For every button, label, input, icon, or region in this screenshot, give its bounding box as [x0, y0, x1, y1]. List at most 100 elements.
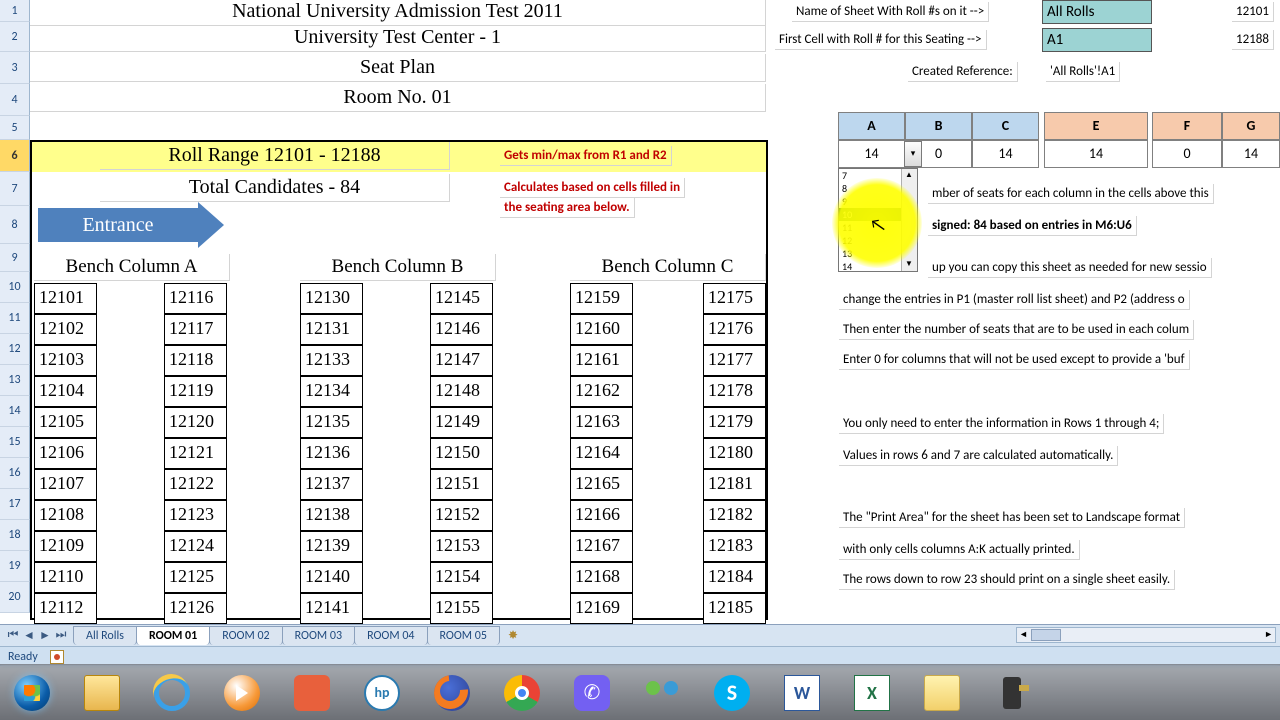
notes-icon[interactable]: [918, 671, 966, 715]
bench-cell[interactable]: 12124: [164, 531, 227, 562]
file-explorer-icon[interactable]: [78, 671, 126, 715]
bench-cell[interactable]: 12177: [703, 345, 766, 376]
row-header-17[interactable]: 17: [0, 489, 30, 520]
bench-cell[interactable]: 12169: [570, 593, 633, 624]
input-sheet-name[interactable]: All Rolls: [1042, 0, 1152, 24]
bench-cell[interactable]: 12118: [164, 345, 227, 376]
row-header-5[interactable]: 5: [0, 116, 30, 140]
bench-cell[interactable]: 12181: [703, 469, 766, 500]
seat-col-value-F[interactable]: 0: [1152, 140, 1222, 168]
bench-cell[interactable]: 12101: [34, 283, 97, 314]
sheet-tab-room-01[interactable]: ROOM 01: [136, 626, 210, 645]
bench-cell[interactable]: 12180: [703, 438, 766, 469]
bench-cell[interactable]: 12120: [164, 407, 227, 438]
bench-cell[interactable]: 12123: [164, 500, 227, 531]
tab-nav[interactable]: ⏮ ◄ ► ⏭: [0, 628, 74, 643]
bench-cell[interactable]: 12139: [300, 531, 363, 562]
bench-cell[interactable]: 12136: [300, 438, 363, 469]
row-header-14[interactable]: 14: [0, 396, 30, 427]
bench-cell[interactable]: 12117: [164, 314, 227, 345]
row-header-4[interactable]: 4: [0, 84, 30, 116]
bench-cell[interactable]: 12152: [430, 500, 493, 531]
bench-cell[interactable]: 12112: [34, 593, 97, 624]
row-header-16[interactable]: 16: [0, 458, 30, 489]
row-header-6[interactable]: 6: [0, 140, 30, 172]
viber-icon[interactable]: ✆: [568, 671, 616, 715]
bench-cell[interactable]: 12107: [34, 469, 97, 500]
device-icon[interactable]: [988, 671, 1036, 715]
media-player-icon[interactable]: [218, 671, 266, 715]
ie-icon[interactable]: [148, 671, 196, 715]
word-icon[interactable]: W: [778, 671, 826, 715]
bench-cell[interactable]: 12155: [430, 593, 493, 624]
hp-icon[interactable]: hp: [358, 671, 406, 715]
row-header-18[interactable]: 18: [0, 520, 30, 551]
macro-record-icon[interactable]: [50, 650, 64, 664]
bench-cell[interactable]: 12153: [430, 531, 493, 562]
bench-cell[interactable]: 12110: [34, 562, 97, 593]
bench-cell[interactable]: 12137: [300, 469, 363, 500]
bench-cell[interactable]: 12182: [703, 500, 766, 531]
row-header-11[interactable]: 11: [0, 303, 30, 334]
bench-cell[interactable]: 12165: [570, 469, 633, 500]
people-icon[interactable]: [638, 671, 686, 715]
bench-cell[interactable]: 12104: [34, 376, 97, 407]
row-header-13[interactable]: 13: [0, 365, 30, 396]
bench-cell[interactable]: 12106: [34, 438, 97, 469]
bench-cell[interactable]: 12148: [430, 376, 493, 407]
bench-cell[interactable]: 12130: [300, 283, 363, 314]
bench-cell[interactable]: 12184: [703, 562, 766, 593]
row-header-12[interactable]: 12: [0, 334, 30, 365]
bench-cell[interactable]: 12151: [430, 469, 493, 500]
tab-next-icon[interactable]: ►: [38, 628, 52, 643]
row-header-8[interactable]: 8: [0, 206, 30, 244]
dropdown-list[interactable]: 7891011121314: [838, 168, 918, 272]
bench-cell[interactable]: 12119: [164, 376, 227, 407]
bench-cell[interactable]: 12150: [430, 438, 493, 469]
bench-cell[interactable]: 12108: [34, 500, 97, 531]
row-header-10[interactable]: 10: [0, 272, 30, 303]
reader-icon[interactable]: [288, 671, 336, 715]
bench-cell[interactable]: 12140: [300, 562, 363, 593]
bench-cell[interactable]: 12162: [570, 376, 633, 407]
bench-cell[interactable]: 12163: [570, 407, 633, 438]
bench-cell[interactable]: 12167: [570, 531, 633, 562]
bench-cell[interactable]: 12168: [570, 562, 633, 593]
dropdown-button[interactable]: ▾: [904, 141, 922, 167]
bench-cell[interactable]: 12105: [34, 407, 97, 438]
sheet-tab-room-03[interactable]: ROOM 03: [282, 626, 355, 645]
row-header-19[interactable]: 19: [0, 551, 30, 582]
tab-prev-icon[interactable]: ◄: [22, 628, 36, 643]
bench-cell[interactable]: 12133: [300, 345, 363, 376]
sheet-tab-room-05[interactable]: ROOM 05: [427, 626, 500, 645]
bench-cell[interactable]: 12183: [703, 531, 766, 562]
horizontal-scrollbar[interactable]: [1016, 627, 1276, 643]
bench-cell[interactable]: 12154: [430, 562, 493, 593]
bench-cell[interactable]: 12166: [570, 500, 633, 531]
bench-cell[interactable]: 12103: [34, 345, 97, 376]
bench-cell[interactable]: 12116: [164, 283, 227, 314]
chrome-icon[interactable]: [498, 671, 546, 715]
excel-icon[interactable]: X: [848, 671, 896, 715]
seat-col-value-G[interactable]: 14: [1222, 140, 1280, 168]
bench-cell[interactable]: 12126: [164, 593, 227, 624]
sheet-tab-room-02[interactable]: ROOM 02: [209, 626, 282, 645]
new-sheet-icon[interactable]: ✸: [500, 626, 526, 645]
bench-cell[interactable]: 12175: [703, 283, 766, 314]
bench-cell[interactable]: 12125: [164, 562, 227, 593]
row-header-2[interactable]: 2: [0, 22, 30, 52]
bench-cell[interactable]: 12178: [703, 376, 766, 407]
firefox-icon[interactable]: [428, 671, 476, 715]
bench-cell[interactable]: 12141: [300, 593, 363, 624]
bench-cell[interactable]: 12176: [703, 314, 766, 345]
tab-first-icon[interactable]: ⏮: [6, 628, 20, 643]
bench-cell[interactable]: 12147: [430, 345, 493, 376]
sheet-tab-room-04[interactable]: ROOM 04: [354, 626, 427, 645]
bench-cell[interactable]: 12122: [164, 469, 227, 500]
bench-cell[interactable]: 12102: [34, 314, 97, 345]
bench-cell[interactable]: 12121: [164, 438, 227, 469]
bench-cell[interactable]: 12161: [570, 345, 633, 376]
row-header-7[interactable]: 7: [0, 172, 30, 206]
seat-col-value-C[interactable]: 14: [972, 140, 1039, 168]
bench-cell[interactable]: 12164: [570, 438, 633, 469]
